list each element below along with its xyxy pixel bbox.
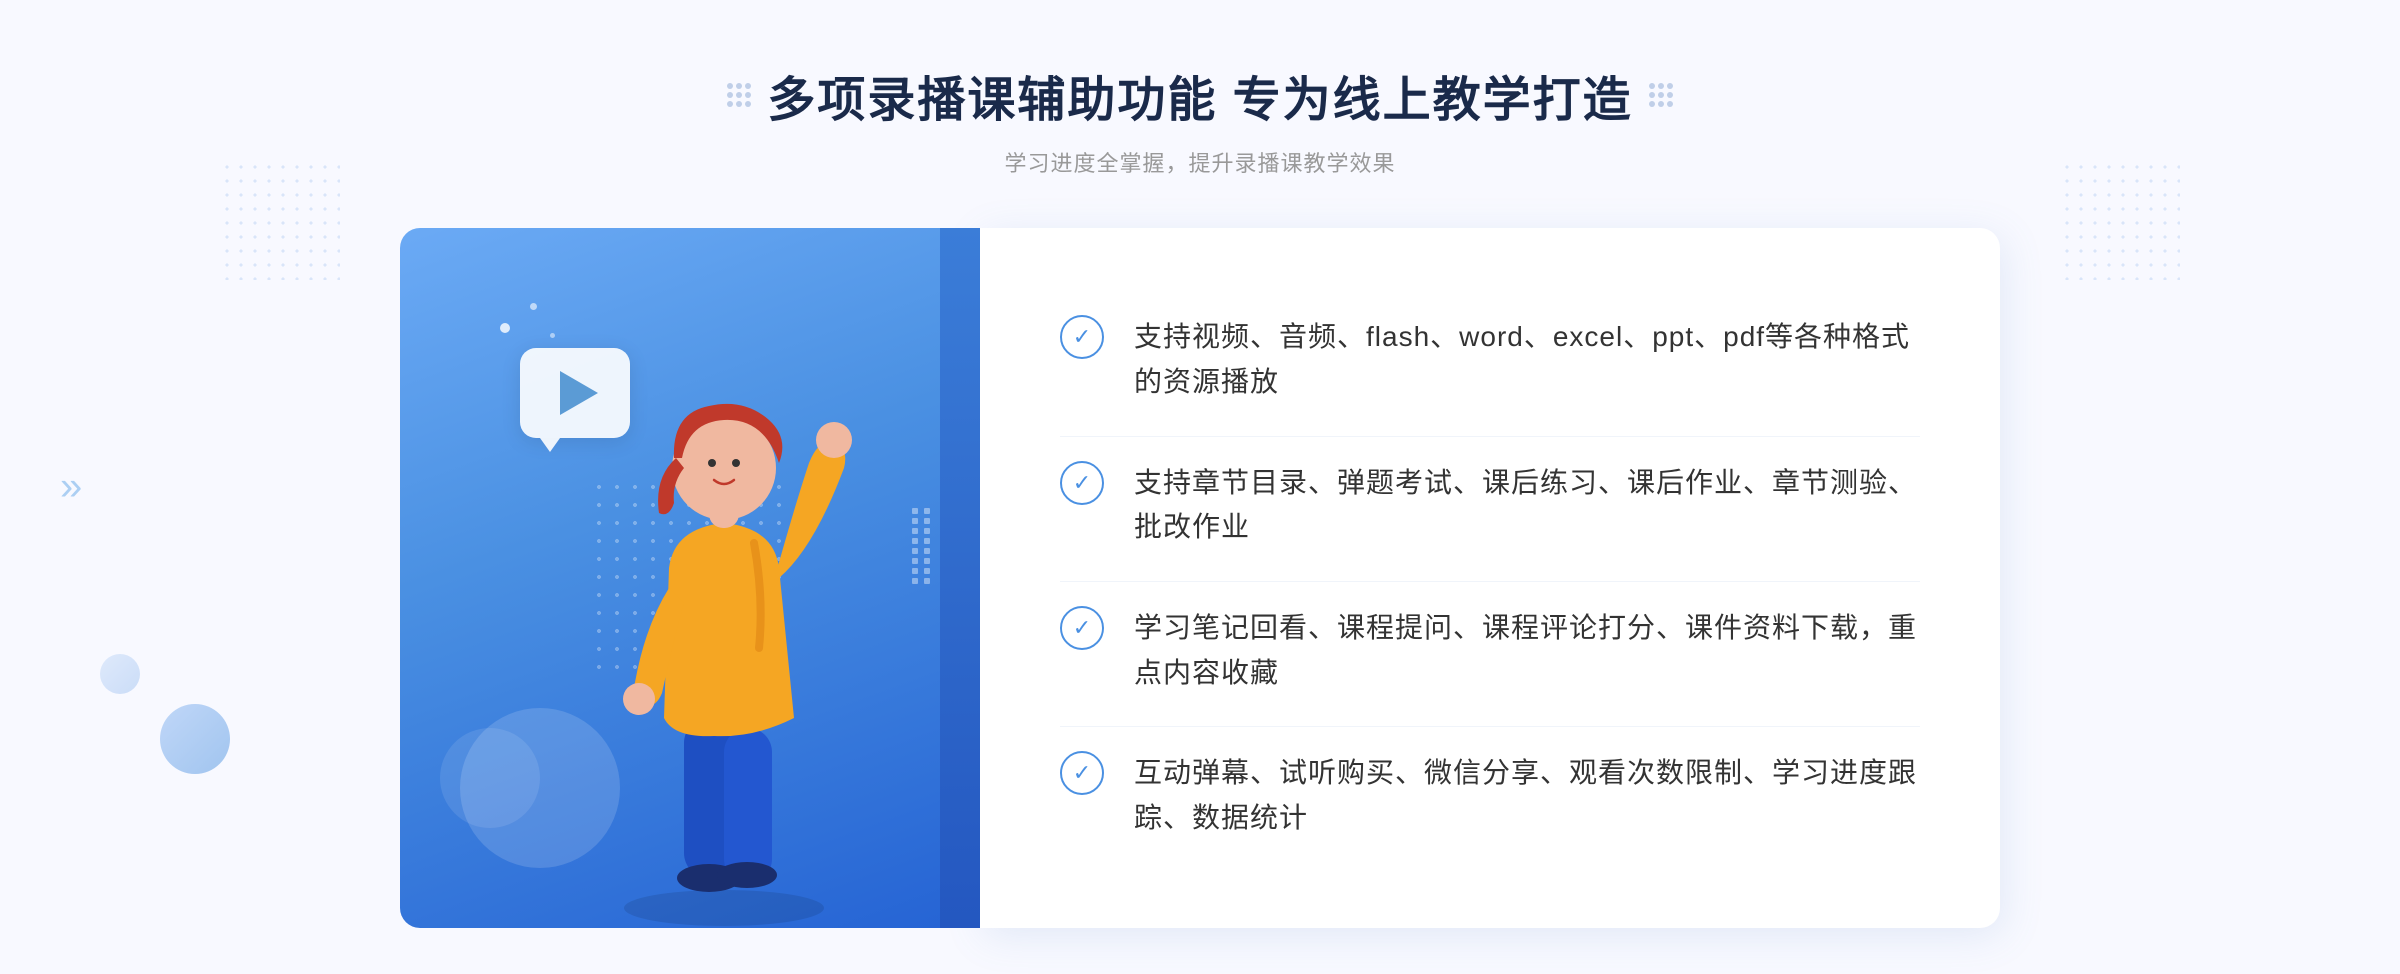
page-subtitle: 学习进度全掌握，提升录播课教学效果 — [1004, 146, 1395, 178]
feature-item-1: ✓ 支持视频、音频、flash、word、excel、ppt、pdf等各种格式的… — [1060, 291, 1920, 429]
header-dots-left — [727, 83, 751, 107]
feature-text-4: 互动弹幕、试听购买、微信分享、观看次数限制、学习进度跟踪、数据统计 — [1134, 751, 1920, 841]
dots-bg-right — [2060, 160, 2180, 280]
feature-text-1: 支持视频、音频、flash、word、excel、ppt、pdf等各种格式的资源… — [1134, 315, 1920, 405]
left-chevrons: » — [60, 465, 82, 510]
features-panel: ✓ 支持视频、音频、flash、word、excel、ppt、pdf等各种格式的… — [980, 228, 2000, 928]
stripe-col-1 — [912, 508, 918, 584]
check-icon-3: ✓ — [1060, 606, 1104, 650]
dot-grid-left — [727, 83, 751, 107]
chevron-right-icon: » — [60, 465, 82, 510]
feature-item-3: ✓ 学习笔记回看、课程提问、课程评论打分、课件资料下载，重点内容收藏 — [1060, 581, 1920, 720]
dots-bg-left — [220, 160, 340, 280]
feature-text-2: 支持章节目录、弹题考试、课后练习、课后作业、章节测验、批改作业 — [1134, 461, 1920, 551]
feature-item-2: ✓ 支持章节目录、弹题考试、课后练习、课后作业、章节测验、批改作业 — [1060, 436, 1920, 575]
deco-circle-left-2 — [100, 654, 140, 694]
illustration-panel — [400, 228, 980, 928]
check-icon-2: ✓ — [1060, 461, 1104, 505]
dot-grid-right — [1649, 83, 1673, 107]
figure-illustration — [554, 348, 894, 928]
stripe-decoration — [912, 508, 930, 584]
check-icon-1: ✓ — [1060, 315, 1104, 359]
page-title: 多项录播课辅助功能 专为线上教学打造 — [767, 60, 1632, 130]
light-circle-2 — [440, 728, 540, 828]
header-title-row: 多项录播课辅助功能 专为线上教学打造 — [727, 60, 1672, 130]
header-dots-right — [1649, 83, 1673, 107]
stripe-col-2 — [924, 508, 930, 584]
page-container: 多项录播课辅助功能 专为线上教学打造 学习进度全掌握，提升录播课教学效果 — [0, 0, 2400, 974]
content-area: ✓ 支持视频、音频、flash、word、excel、ppt、pdf等各种格式的… — [400, 228, 2000, 928]
vertical-bar — [940, 228, 980, 928]
check-icon-4: ✓ — [1060, 751, 1104, 795]
feature-item-4: ✓ 互动弹幕、试听购买、微信分享、观看次数限制、学习进度跟踪、数据统计 — [1060, 726, 1920, 865]
deco-circle-left-1 — [160, 704, 230, 774]
feature-text-3: 学习笔记回看、课程提问、课程评论打分、课件资料下载，重点内容收藏 — [1134, 606, 1920, 696]
